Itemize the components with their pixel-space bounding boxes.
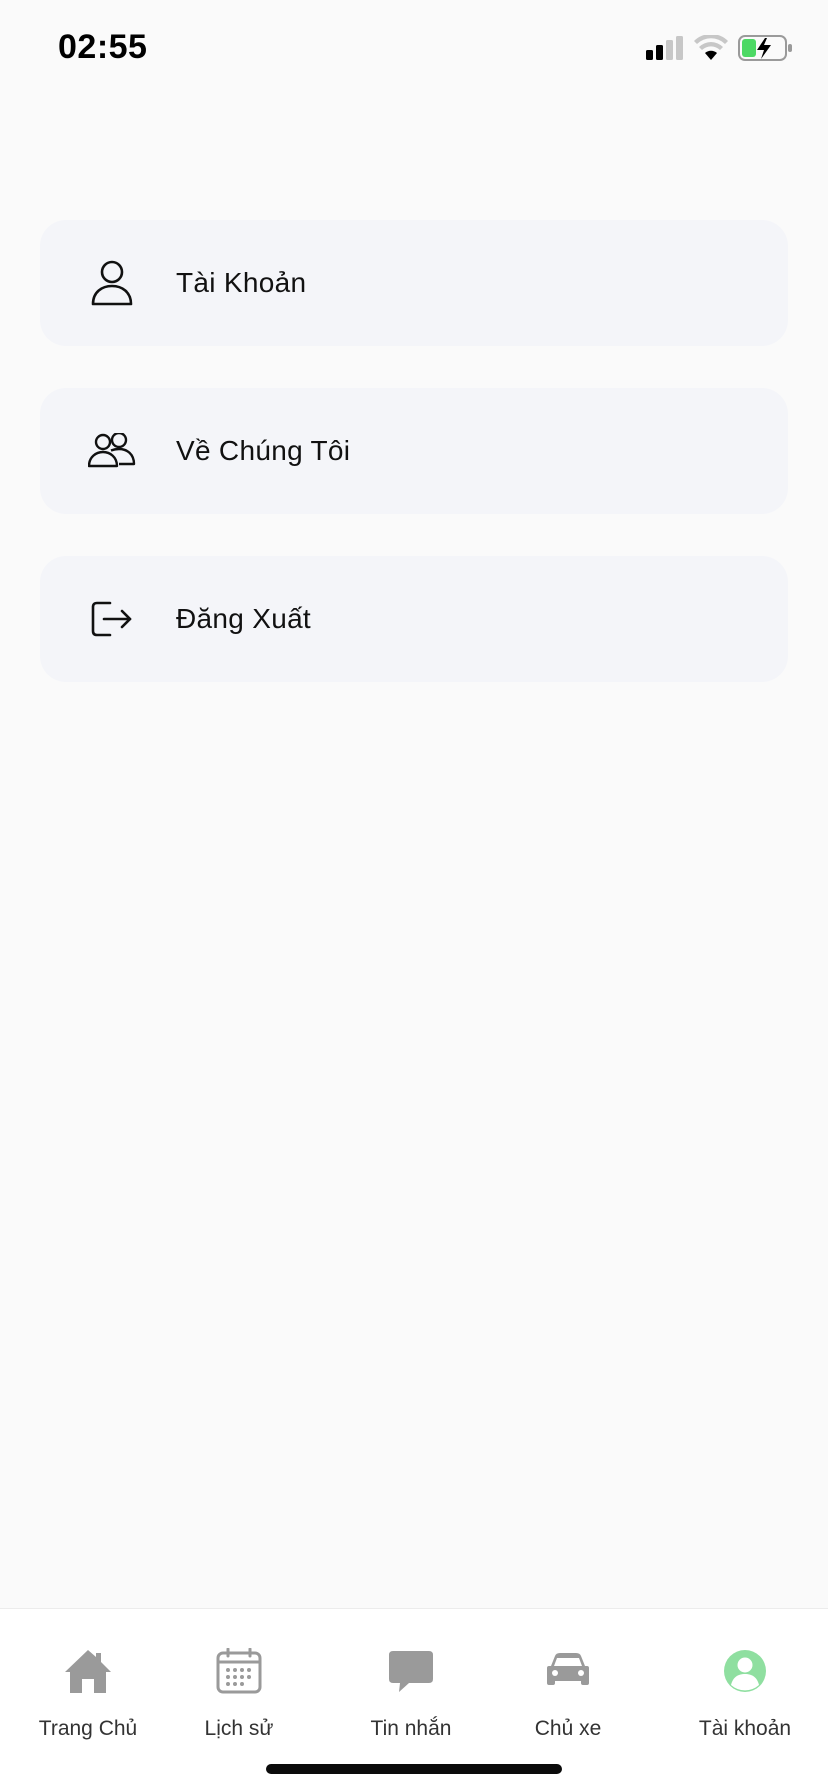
battery-charging-icon	[738, 34, 794, 67]
status-icons	[646, 33, 794, 67]
tab-car-owner[interactable]: Chủ xe	[493, 1643, 643, 1753]
account-screen: 02:55 Tài Khoản Về Chúng Tôi Đăng Xuất T…	[0, 0, 828, 1792]
about-us-menu-item[interactable]: Về Chúng Tôi	[40, 388, 788, 514]
status-bar: 02:55	[0, 0, 828, 100]
tab-account-label: Tài khoản	[698, 1717, 792, 1740]
wifi-icon	[694, 33, 728, 66]
tab-history[interactable]: Lịch sử	[164, 1643, 314, 1753]
calendar-icon	[211, 1643, 267, 1699]
account-menu: Tài Khoản Về Chúng Tôi Đăng Xuất	[40, 220, 788, 724]
status-time: 02:55	[58, 28, 148, 66]
cellular-signal-icon	[646, 36, 684, 65]
home-icon	[60, 1643, 116, 1699]
tab-car-owner-label: Chủ xe	[534, 1717, 602, 1740]
account-menu-label: Tài Khoản	[176, 267, 307, 298]
about-us-menu-label: Về Chúng Tôi	[176, 435, 351, 466]
logout-menu-item[interactable]: Đăng Xuất	[40, 556, 788, 682]
tab-messages[interactable]: Tin nhắn	[336, 1643, 486, 1753]
account-circle-icon	[717, 1643, 773, 1699]
logout-icon	[80, 587, 144, 651]
logout-menu-label: Đăng Xuất	[176, 603, 312, 634]
car-icon	[540, 1643, 596, 1699]
tab-account[interactable]: Tài khoản	[670, 1643, 820, 1753]
tab-messages-label: Tin nhắn	[370, 1717, 452, 1740]
tab-home-label: Trang Chủ	[38, 1717, 138, 1740]
group-icon	[80, 419, 144, 483]
person-icon	[80, 251, 144, 315]
chat-bubble-icon	[383, 1643, 439, 1699]
home-indicator	[266, 1764, 562, 1774]
account-menu-item[interactable]: Tài Khoản	[40, 220, 788, 346]
tab-history-label: Lịch sử	[204, 1717, 274, 1740]
tab-home[interactable]: Trang Chủ	[13, 1643, 163, 1753]
